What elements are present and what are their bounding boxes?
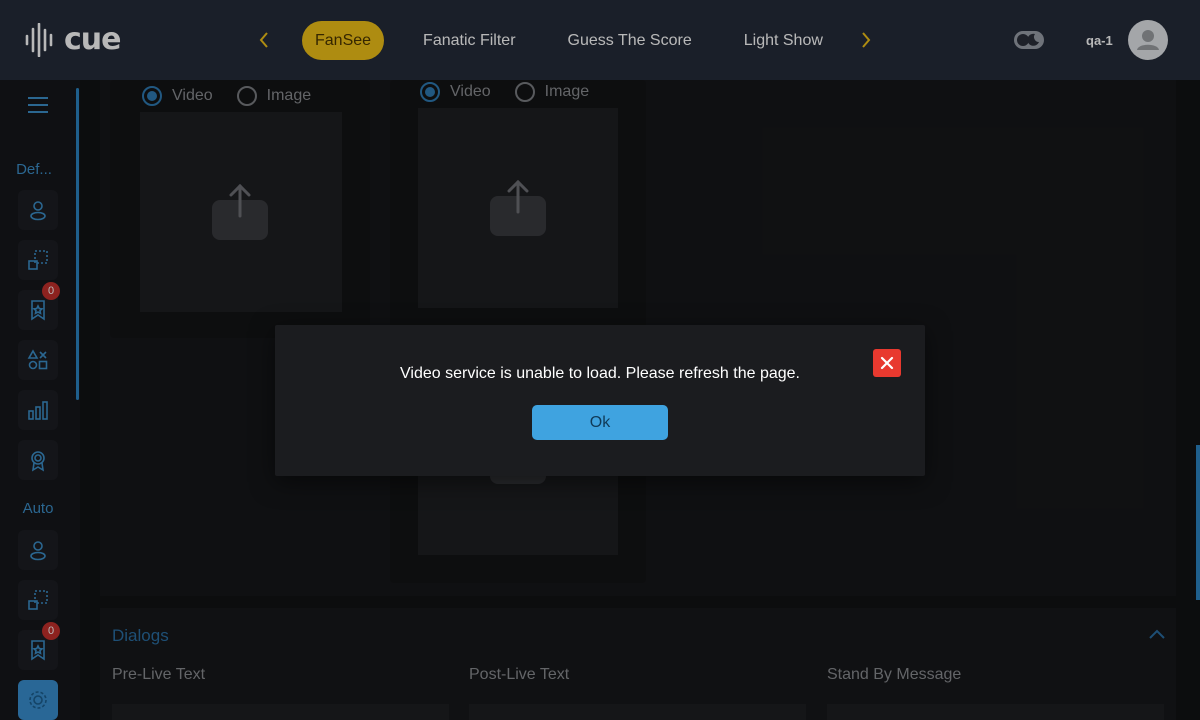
close-button[interactable] <box>873 349 901 377</box>
ok-button[interactable]: Ok <box>532 405 668 440</box>
error-message: Video service is unable to load. Please … <box>400 365 800 382</box>
error-dialog: Video service is unable to load. Please … <box>275 325 925 476</box>
close-icon <box>880 356 894 370</box>
